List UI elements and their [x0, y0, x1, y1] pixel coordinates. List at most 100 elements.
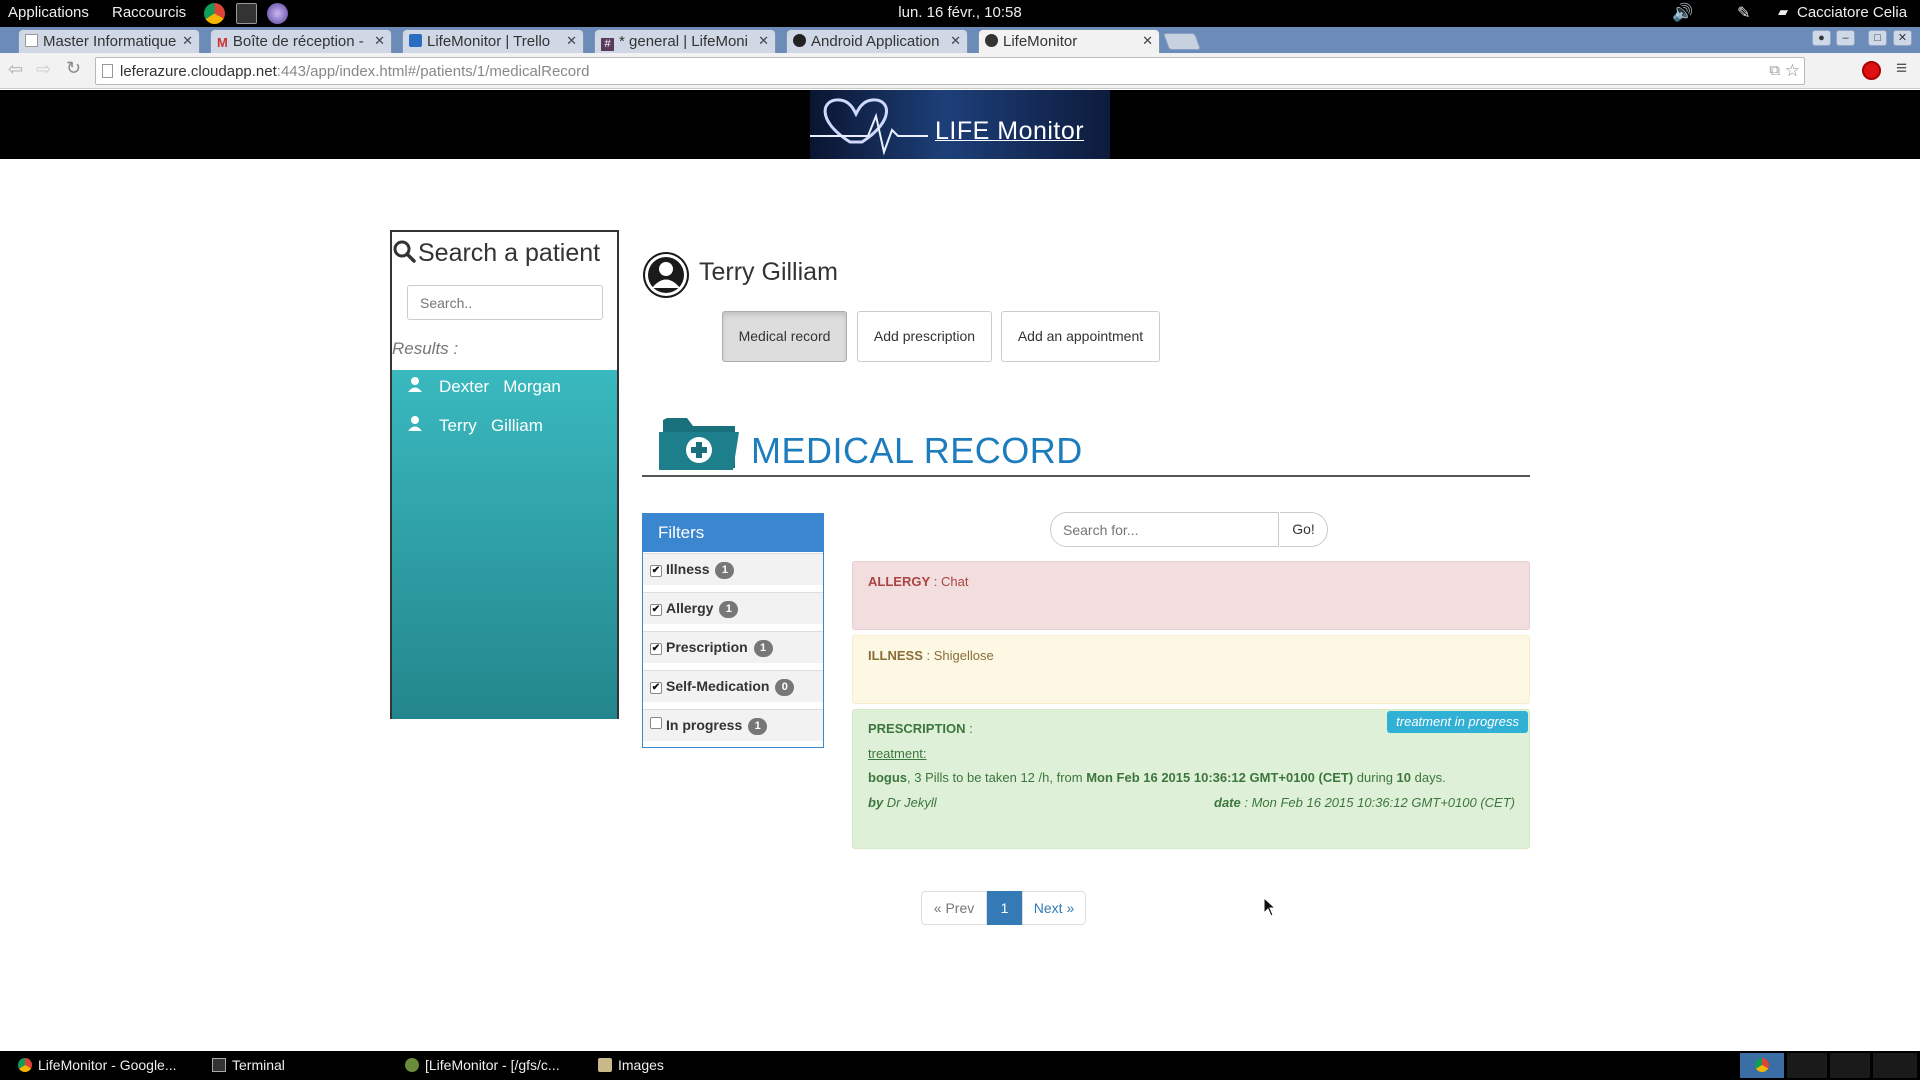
taskbar-item-images[interactable]: Images — [598, 1057, 664, 1073]
accessibility-icon[interactable]: ✎ — [1737, 3, 1750, 23]
volume-icon[interactable]: 🔊 — [1672, 3, 1693, 23]
terminal-icon — [212, 1058, 226, 1072]
close-tab-icon[interactable]: ✕ — [1142, 33, 1153, 49]
new-tab-button[interactable] — [1162, 33, 1202, 50]
close-tab-icon[interactable]: ✕ — [374, 33, 385, 49]
add-appointment-button[interactable]: Add an appointment — [1001, 311, 1160, 362]
tab-github[interactable]: Android Application ✕ — [786, 29, 968, 53]
filter-in-progress[interactable]: In progress 1 — [643, 709, 823, 741]
user-menu[interactable]: Cacciatore Celia — [1797, 4, 1907, 21]
close-window-icon[interactable]: ✕ — [1893, 30, 1912, 46]
profile-icon[interactable]: ● — [1812, 30, 1831, 46]
records-search-input[interactable] — [1050, 512, 1279, 547]
lifemonitor-logo[interactable]: LIFE Monitor — [810, 90, 1110, 159]
filter-prescription[interactable]: ✔ Prescription 1 — [643, 631, 823, 663]
close-tab-icon[interactable]: ✕ — [950, 33, 961, 49]
count-badge: 1 — [748, 718, 768, 735]
treatment-details: bogus, 3 Pills to be taken 12 /h, from M… — [868, 770, 1446, 785]
record-value: Shigellose — [933, 648, 994, 663]
patient-result-dexter-morgan[interactable]: Dexter Morgan — [407, 376, 561, 397]
workspace-indicator-active[interactable] — [1740, 1053, 1784, 1078]
duration-value: 10 — [1396, 770, 1412, 785]
checkbox-unchecked[interactable] — [650, 717, 662, 729]
browser-tab-strip: Master Informatique ✕ M Boîte de réceptio… — [0, 27, 1920, 53]
reload-icon[interactable]: ↻ — [66, 58, 81, 79]
trello-icon — [409, 34, 422, 47]
checkbox-checked[interactable]: ✔ — [650, 682, 662, 694]
maximize-window-icon[interactable]: □ — [1868, 30, 1887, 46]
workspace-indicator-3[interactable] — [1830, 1053, 1870, 1078]
record-value: Chat — [940, 574, 969, 589]
count-badge: 0 — [775, 679, 795, 696]
prev-page-button[interactable]: « Prev — [921, 891, 987, 925]
filter-self-medication[interactable]: ✔ Self-Medication 0 — [643, 670, 823, 702]
record-separator: : — [930, 574, 941, 589]
user-icon — [407, 376, 425, 397]
patient-avatar-icon — [643, 252, 689, 298]
url-host: leferazure.cloudapp.net — [120, 63, 277, 80]
gmail-icon: M — [217, 35, 228, 50]
tab-master-informatique[interactable]: Master Informatique ✕ — [18, 29, 200, 53]
filters-title: Filters — [643, 514, 823, 552]
translate-icon[interactable]: ⧉ — [1769, 62, 1780, 79]
record-type: PRESCRIPTION — [868, 721, 966, 736]
patient-result-terry-gilliam[interactable]: Terry Gilliam — [407, 415, 543, 436]
taskbar-item-chrome[interactable]: LifeMonitor - Google... — [18, 1057, 177, 1073]
checkbox-checked[interactable]: ✔ — [650, 604, 662, 616]
record-type: ILLNESS — [868, 648, 923, 663]
prescription-record: treatment in progress PRESCRIPTION : tre… — [852, 709, 1530, 849]
patient-search-input[interactable] — [407, 285, 603, 320]
bookmark-star-icon[interactable]: ☆ — [1785, 61, 1800, 81]
clock[interactable]: lun. 16 févr., 10:58 — [0, 4, 1920, 21]
prescribed-by: by Dr Jekyll — [868, 795, 937, 810]
allergy-record: ALLERGY : Chat — [852, 561, 1530, 630]
filter-illness[interactable]: ✔ Illness 1 — [643, 553, 823, 585]
folder-icon — [598, 1058, 612, 1072]
page-icon — [102, 64, 113, 78]
drug-name: bogus — [868, 770, 907, 785]
doctor-name: Dr Jekyll — [886, 795, 937, 810]
url-bar[interactable]: leferazure.cloudapp.net:443/app/index.ht… — [95, 57, 1805, 85]
adblock-extension-icon[interactable] — [1862, 61, 1881, 80]
checkbox-checked[interactable]: ✔ — [650, 643, 662, 655]
go-button[interactable]: Go! — [1280, 512, 1328, 547]
browser-menu-icon[interactable]: ≡ — [1896, 58, 1907, 80]
results-label: Results : — [392, 339, 459, 358]
workspace-indicator-2[interactable] — [1787, 1053, 1827, 1078]
medical-record-button[interactable]: Medical record — [722, 311, 847, 362]
tab-slack[interactable]: # * general | LifeMoni ✕ — [594, 29, 776, 53]
filter-allergy[interactable]: ✔ Allergy 1 — [643, 592, 823, 624]
search-panel-title: Search a patient — [392, 239, 600, 268]
workspace-indicator-4[interactable] — [1873, 1053, 1917, 1078]
close-tab-icon[interactable]: ✕ — [182, 33, 193, 49]
user-icon — [407, 415, 425, 436]
system-top-bar: Applications Raccourcis lun. 16 févr., 1… — [0, 0, 1920, 27]
close-tab-icon[interactable]: ✕ — [758, 33, 769, 49]
checkbox-checked[interactable]: ✔ — [650, 565, 662, 577]
back-arrow-icon[interactable]: ⇦ — [8, 59, 23, 80]
page-1-button[interactable]: 1 — [987, 891, 1022, 925]
count-badge: 1 — [753, 640, 773, 657]
treatment-label: treatment: — [868, 746, 927, 761]
close-tab-icon[interactable]: ✕ — [566, 33, 577, 49]
lifemonitor-favicon-icon — [985, 34, 998, 47]
slack-icon: # — [601, 38, 614, 51]
forward-arrow-icon[interactable]: ⇨ — [36, 59, 51, 80]
tab-lifemonitor[interactable]: LifeMonitor ✕ — [978, 29, 1160, 53]
taskbar-item-editor[interactable]: [LifeMonitor - [/gfs/c... — [405, 1057, 560, 1073]
chat-icon[interactable]: ▰ — [1778, 4, 1788, 20]
tab-gmail[interactable]: M Boîte de réception - ✕ — [210, 29, 392, 53]
status-badge: treatment in progress — [1387, 711, 1528, 733]
taskbar-item-terminal[interactable]: Terminal — [212, 1057, 285, 1073]
results-list: Dexter Morgan Terry Gilliam — [392, 370, 617, 719]
add-prescription-button[interactable]: Add prescription — [857, 311, 992, 362]
chrome-icon — [1755, 1058, 1769, 1072]
next-page-button[interactable]: Next » — [1022, 891, 1086, 925]
minimize-window-icon[interactable]: – — [1836, 30, 1855, 46]
page-icon — [25, 34, 38, 47]
prescription-date: date : Mon Feb 16 2015 10:36:12 GMT+0100… — [1214, 795, 1515, 810]
tab-trello[interactable]: LifeMonitor | Trello ✕ — [402, 29, 584, 53]
section-divider — [642, 475, 1530, 477]
site-header: LIFE Monitor — [0, 90, 1920, 159]
patient-name: Terry Gilliam — [699, 258, 838, 286]
